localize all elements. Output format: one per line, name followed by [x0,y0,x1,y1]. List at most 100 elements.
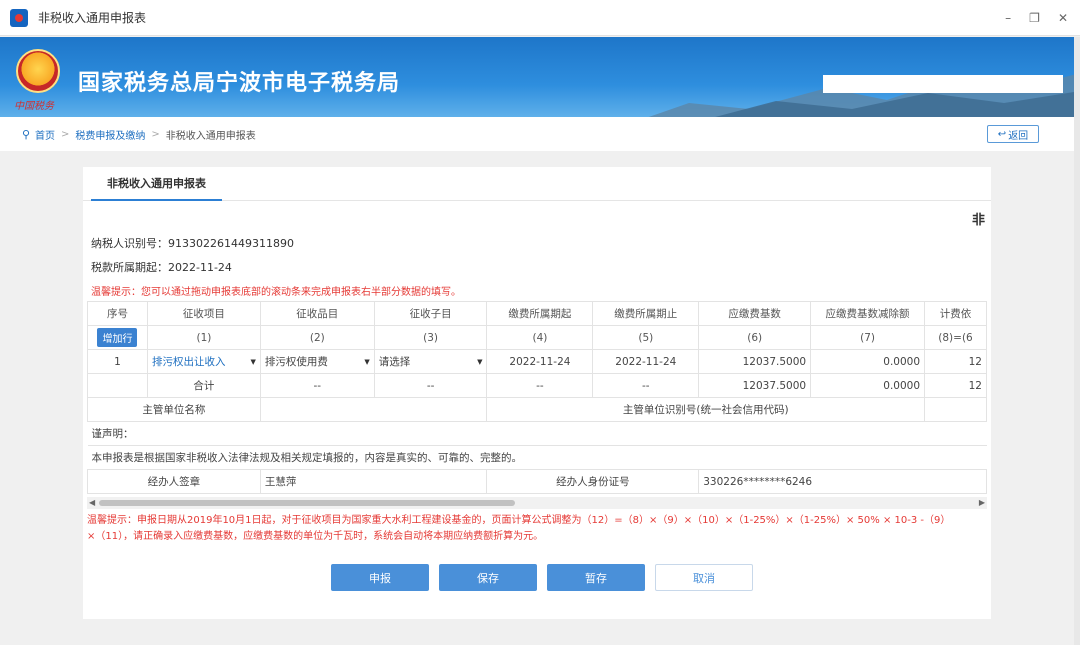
project-select-value: 排污权出让收入 [151,356,226,368]
back-button[interactable]: ↩ 返回 [987,125,1039,143]
tab-bar: 非税收入通用申报表 [83,167,991,201]
national-emblem-icon [16,49,60,93]
tab-nontax-form[interactable]: 非税收入通用申报表 [91,167,222,201]
col-header-subitem: 征收子目 [373,301,488,326]
period-end-cell[interactable]: 2022-11-24 [592,349,700,374]
cancel-button[interactable]: 取消 [655,564,753,591]
col-header-project: 征收项目 [146,301,261,326]
total-item: -- [259,373,375,398]
subitem-select-value: 请选择 [378,356,411,368]
declaration-table-viewport: 序号 征收项目 征收品目 征收子目 缴费所属期起 缴费所属期止 应缴费基数 应缴… [87,301,987,497]
declaration-text-row: 本申报表是根据国家非税收入法律法规及相关规定填报的，内容是真实的、可靠的、完整的… [87,445,987,470]
formula-warning-line2: ×（11），请正确录入应缴费基数，应缴费基数的单位为千瓦时，系统会自动将本期应纳… [87,531,544,542]
table-colnum-row: 增加行 (1) (2) (3) (4) (5) (6) (7) (8)=(6 [87,325,987,350]
restore-icon[interactable]: ❐ [1029,11,1040,25]
breadcrumb-current: 非税收入通用申报表 [165,130,256,142]
col-number: (1) [146,325,261,350]
add-row-cell: 增加行 [87,325,148,350]
col-header-base: 应缴费基数 [698,301,812,326]
back-button-label: 返回 [1008,130,1029,142]
scrollbar-thumb[interactable] [99,500,515,506]
agent-row: 经办人签章 王慧萍 经办人身份证号 330226********6246 [87,469,987,494]
col-header-seq: 序号 [87,301,148,326]
col-header-start: 缴费所属期起 [486,301,594,326]
table-header-row: 序号 征收项目 征收品目 征收子目 缴费所属期起 缴费所属期止 应缴费基数 应缴… [87,301,987,326]
dept-name-value[interactable] [259,397,488,422]
calc-basis-cell: 12 [924,349,987,374]
declaration-text: 本申报表是根据国家非税收入法律法规及相关规定填报的，内容是真实的、可靠的、完整的… [87,445,987,470]
project-select[interactable]: 排污权出让收入 ▼ [146,349,261,374]
temp-save-button[interactable]: 暂存 [547,564,645,591]
dept-id-value[interactable] [924,397,987,422]
agent-sign-label: 经办人签章 [87,469,261,494]
period-start-cell[interactable]: 2022-11-24 [486,349,594,374]
subitem-select[interactable]: 请选择 ▼ [373,349,488,374]
china-tax-logo-text: 中国税务 [14,101,54,112]
agent-id-input[interactable]: 330226********6246 [698,469,987,494]
col-number: (7) [810,325,926,350]
col-header-deduction: 应缴费基数减除额 [810,301,926,326]
item-select[interactable]: 排污权使用费 ▼ [259,349,375,374]
col-number: (6) [698,325,812,350]
table-total-row: 合计 -- -- -- -- 12037.5000 0.0000 12 [87,373,987,398]
scroll-left-icon[interactable]: ◀ [89,498,95,507]
agent-id-label: 经办人身份证号 [486,469,700,494]
col-header-end: 缴费所属期止 [592,301,700,326]
total-subitem: -- [373,373,488,398]
scroll-tip-text: 温馨提示：您可以通过拖动申报表底部的滚动条来完成申报表右半部分数据的填写。 [91,287,461,298]
item-select-value: 排污权使用费 [264,356,328,368]
chevron-down-icon: ▼ [477,357,483,366]
dept-id-label: 主管单位识别号(统一社会信用代码) [486,397,926,422]
agent-name-input[interactable]: 王慧萍 [259,469,488,494]
table-horizontal-scrollbar[interactable]: ◀ ▶ [87,497,987,509]
col-header-item: 征收品目 [259,301,375,326]
window-titlebar: 非税收入通用申报表 – ❐ ✕ [0,0,1080,36]
return-arrow-icon: ↩ [997,128,1007,140]
breadcrumb: ⚲ 首页 > 税费申报及缴纳 > 非税收入通用申报表 [0,117,1074,151]
breadcrumb-home[interactable]: 首页 [35,127,55,142]
org-title: 国家税务总局宁波市电子税务局 [78,71,401,96]
total-label: 合计 [146,373,261,398]
site-banner: 中国税务 国家税务总局宁波市电子税务局 [0,37,1074,117]
close-icon[interactable]: ✕ [1058,11,1068,25]
formula-warning: 温馨提示：申报日期从2019年10月1日起，对于征收项目为国家重大水利工程建设基… [87,513,987,545]
table-row: 1 排污权出让收入 ▼ 排污权使用费 ▼ 请选择 ▼ 2022-11-24 2022-… [87,349,987,374]
total-start: -- [486,373,594,398]
breadcrumb-separator: > [61,128,70,140]
app-icon [10,8,28,27]
add-row-button[interactable]: 增加行 [97,328,138,347]
row-seq: 1 [87,349,148,374]
base-amount-input[interactable]: 12037.5000 [698,349,812,374]
dept-row: 主管单位名称 主管单位识别号(统一社会信用代码) [87,397,987,422]
save-button[interactable]: 保存 [439,564,537,591]
minimize-icon[interactable]: – [1005,11,1011,25]
declaration-label-row: 谨声明： [87,421,987,446]
col-number: (8)=(6 [924,325,987,350]
dept-name-label: 主管单位名称 [87,397,261,422]
total-base: 12037.5000 [698,373,812,398]
col-number: (4) [486,325,594,350]
page-vertical-scrollbar[interactable] [1074,37,1080,645]
form-card: 非税收入通用申报表 非 纳税人识别号：913302261449311890 税款… [83,167,991,619]
deduction-input[interactable]: 0.0000 [810,349,926,374]
total-deduction: 0.0000 [810,373,926,398]
col-number: (2) [259,325,375,350]
total-calc: 12 [924,373,987,398]
window-title: 非税收入通用申报表 [38,11,147,25]
chevron-down-icon: ▼ [364,357,370,366]
submit-button[interactable]: 申报 [331,564,429,591]
period-start-text: 税款所属期起：2022-11-24 [91,261,232,274]
breadcrumb-separator: > [151,128,160,140]
col-number: (5) [592,325,700,350]
breadcrumb-tax-declaration[interactable]: 税费申报及缴纳 [75,127,145,142]
action-buttons: 申报 保存 暂存 取消 [331,564,753,591]
declaration-label: 谨声明： [87,421,987,446]
total-empty-cell [87,373,148,398]
user-info-redacted [823,75,1063,93]
location-pin-icon: ⚲ [22,127,31,141]
col-number: (3) [373,325,488,350]
col-header-calc: 计费依 [924,301,987,326]
scroll-right-icon[interactable]: ▶ [979,498,985,507]
total-end: -- [592,373,700,398]
formula-warning-line1: 温馨提示：申报日期从2019年10月1日起，对于征收项目为国家重大水利工程建设基… [87,515,951,526]
